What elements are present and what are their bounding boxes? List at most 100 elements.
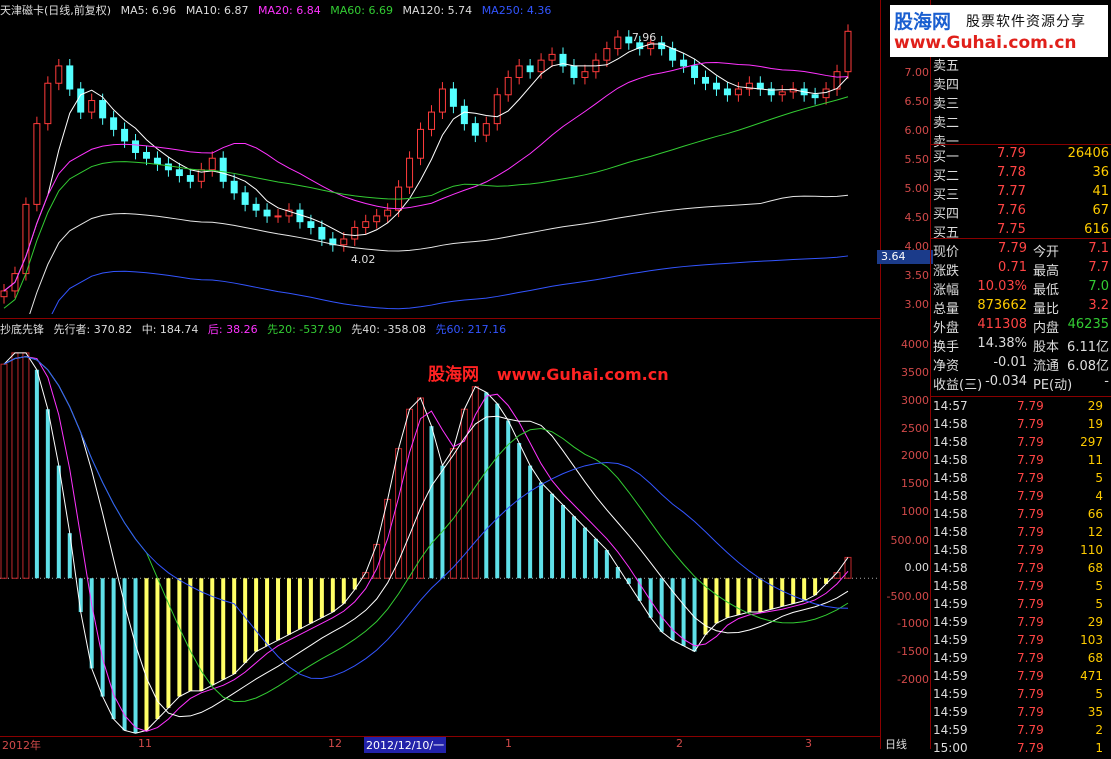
osc-bar bbox=[78, 578, 83, 613]
quote-key: 今开 bbox=[1033, 245, 1060, 260]
site-logo: 股海网 股票软件资源分享 www.Guhai.com.cn bbox=[890, 5, 1108, 57]
quote-row: 外盘 411308 内盘 46235 bbox=[933, 317, 1111, 336]
trade-row[interactable]: 14:59 7.79 29 bbox=[933, 615, 1111, 633]
trade-row[interactable]: 14:58 7.79 110 bbox=[933, 543, 1111, 561]
osc-tick: -500.00 bbox=[886, 590, 929, 603]
quote-row: 净资 -0.01 流通 6.08亿 bbox=[933, 355, 1111, 374]
trade-row[interactable]: 14:58 7.79 11 bbox=[933, 453, 1111, 471]
price-tick: 6.50 bbox=[904, 95, 930, 108]
trade-row[interactable]: 14:58 7.79 5 bbox=[933, 471, 1111, 489]
candle-body bbox=[504, 76, 512, 96]
trade-time: 14:58 bbox=[933, 579, 968, 593]
candle-body bbox=[537, 59, 545, 73]
trade-row[interactable]: 14:58 7.79 12 bbox=[933, 525, 1111, 543]
trade-time: 14:59 bbox=[933, 705, 968, 719]
divider bbox=[931, 144, 1111, 145]
quote-key: 最高 bbox=[1033, 264, 1060, 279]
osc-bar bbox=[177, 578, 182, 697]
bid-row: 买一 7.79 26406 bbox=[933, 146, 1111, 165]
osc-bar bbox=[221, 578, 226, 680]
candle-body bbox=[99, 100, 107, 119]
quote-key: 内盘 bbox=[1033, 321, 1060, 336]
quote-key: 总量 bbox=[933, 302, 960, 317]
candle-body bbox=[756, 82, 764, 90]
logo-slogan: 股票软件资源分享 bbox=[966, 14, 1086, 30]
candle-body bbox=[603, 48, 611, 61]
osc-bar bbox=[341, 578, 346, 604]
quote-value: 7.79 bbox=[998, 241, 1027, 256]
trade-row[interactable]: 14:58 7.79 66 bbox=[933, 507, 1111, 525]
osc-name: 抄底先锋 bbox=[0, 323, 44, 336]
trade-row[interactable]: 14:58 7.79 19 bbox=[933, 417, 1111, 435]
trade-time: 14:58 bbox=[933, 489, 968, 503]
osc-tick: 3000 bbox=[901, 394, 929, 407]
osc-bar bbox=[440, 465, 445, 579]
candle-body bbox=[110, 117, 118, 130]
chart-area[interactable]: 天津磁卡(日线,前复权) MA5: 6.96 MA10: 6.87 MA20: … bbox=[0, 0, 880, 753]
osc-bar bbox=[561, 505, 566, 579]
candle-body bbox=[33, 123, 41, 205]
candle-body bbox=[427, 111, 435, 130]
osc-bar bbox=[593, 538, 598, 579]
trade-row[interactable]: 14:59 7.79 103 bbox=[933, 633, 1111, 651]
trade-row[interactable]: 14:58 7.79 297 bbox=[933, 435, 1111, 453]
trade-row[interactable]: 14:58 7.79 5 bbox=[933, 579, 1111, 597]
quote-key: 股本 bbox=[1033, 340, 1060, 355]
trade-price: 7.79 bbox=[1017, 525, 1044, 539]
bid-label: 买四 bbox=[933, 207, 960, 222]
osc-bar bbox=[747, 578, 752, 613]
candle-body bbox=[581, 71, 589, 78]
trade-row[interactable]: 14:59 7.79 471 bbox=[933, 669, 1111, 687]
trade-price: 7.79 bbox=[1017, 723, 1044, 737]
trade-row[interactable]: 14:59 7.79 5 bbox=[933, 597, 1111, 615]
osc-bar bbox=[517, 443, 522, 579]
trade-row[interactable]: 14:57 7.79 29 bbox=[933, 399, 1111, 417]
price-tick: 3.50 bbox=[904, 269, 930, 282]
quote-key: 换手 bbox=[933, 340, 960, 355]
period-label[interactable]: 日线 bbox=[885, 736, 907, 752]
osc-tick: 2000 bbox=[901, 449, 929, 462]
osc-bar bbox=[308, 578, 313, 624]
trade-price: 7.79 bbox=[1017, 435, 1044, 449]
trade-volume: 11 bbox=[1087, 453, 1103, 467]
osc-bar bbox=[659, 578, 664, 632]
osc-bar bbox=[495, 403, 500, 579]
bid-label: 买一 bbox=[933, 150, 960, 165]
trade-row[interactable]: 14:58 7.79 68 bbox=[933, 561, 1111, 579]
osc-bar bbox=[56, 465, 61, 579]
trade-row[interactable]: 14:59 7.79 68 bbox=[933, 651, 1111, 669]
price-chart[interactable]: 7.96 4.02 bbox=[0, 14, 880, 314]
candle-body bbox=[0, 290, 8, 298]
candle-body bbox=[186, 175, 194, 182]
trade-row[interactable]: 15:00 7.79 1 bbox=[933, 741, 1111, 759]
osc-bar bbox=[484, 392, 489, 579]
quote-key: 收益(三) bbox=[933, 378, 983, 393]
osc-bar bbox=[681, 578, 686, 646]
ask-row: 卖五 bbox=[933, 55, 1111, 74]
ma-line-ma20 bbox=[3, 61, 849, 292]
trade-row[interactable]: 14:58 7.79 4 bbox=[933, 489, 1111, 507]
trade-row[interactable]: 14:59 7.79 5 bbox=[933, 687, 1111, 705]
osc-bar bbox=[604, 550, 609, 579]
logo-cn: 股海网 bbox=[894, 11, 952, 33]
trade-time: 14:58 bbox=[933, 561, 968, 575]
candle-body bbox=[548, 53, 556, 61]
candle-body bbox=[230, 180, 238, 194]
osc-bar bbox=[692, 578, 697, 652]
price-tick: 3.00 bbox=[904, 298, 930, 311]
osc-tick: -2000 bbox=[897, 673, 929, 686]
candle-body bbox=[734, 88, 742, 96]
osc-bar bbox=[199, 578, 204, 691]
osc-mid: 中: 184.74 bbox=[141, 323, 199, 336]
oscillator-chart[interactable] bbox=[0, 336, 880, 736]
y-axis-scale: 7.00 6.50 6.00 5.50 5.00 4.50 4.00 3.50 … bbox=[877, 0, 933, 752]
osc-bar bbox=[144, 578, 149, 731]
quote-value: 6.11亿 bbox=[1067, 340, 1109, 355]
trade-row[interactable]: 14:59 7.79 35 bbox=[933, 705, 1111, 723]
osc-bar bbox=[406, 408, 414, 579]
osc-bar bbox=[571, 516, 576, 579]
price-tick: 5.50 bbox=[904, 153, 930, 166]
trade-volume: 103 bbox=[1080, 633, 1103, 647]
osc-bar bbox=[166, 578, 171, 708]
trade-row[interactable]: 14:59 7.79 2 bbox=[933, 723, 1111, 741]
